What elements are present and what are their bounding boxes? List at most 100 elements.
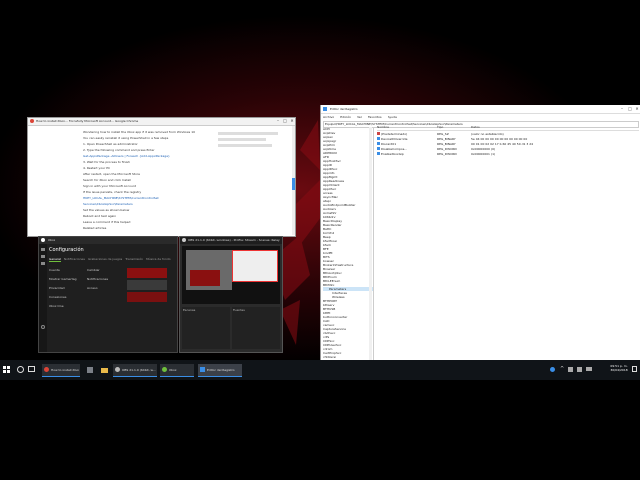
cell-data: 5e 04 00 00 00 00 00 00 00 00 00 00 (471, 136, 528, 141)
task-view-icon[interactable] (28, 366, 35, 372)
taskbar-item-xbox[interactable]: Xbox (160, 364, 194, 377)
gear-icon[interactable] (41, 325, 45, 329)
registry-value-icon (377, 142, 380, 145)
tab-3[interactable]: Transmisión (125, 257, 143, 262)
article-line: Set the values as shown below (83, 208, 130, 212)
column-header[interactable]: Nombre (377, 125, 437, 130)
regedit-values: Nombre Tipo Datos (Predeterminado) REG_SZ (v… (377, 125, 639, 156)
network-icon[interactable] (568, 367, 573, 372)
chrome-scroll-thumb[interactable] (292, 178, 295, 190)
settings-option[interactable]: Acceso (87, 286, 117, 290)
article-line: After restart, open the Microsoft Store (83, 172, 140, 176)
xbox-nav-rail (39, 244, 47, 352)
settings-option[interactable]: Notificaciones (87, 277, 117, 281)
menu-item[interactable]: Archivo (323, 115, 334, 119)
sources-label: Fuentes (233, 308, 245, 312)
settings-mid-column: Cambiar Notificaciones Acceso (87, 268, 117, 313)
obs-titlebar: OBS 21.1.0 (64bit, windows) - Profile: S… (180, 237, 282, 244)
close-icon[interactable]: ✕ (289, 118, 295, 124)
tray: ^ (548, 364, 608, 376)
regedit-title: Editor del Registro (330, 107, 358, 111)
clubs-icon[interactable] (41, 262, 45, 265)
taskbar: How to install Xbox... OBS 21.1.0 (64bit… (0, 360, 640, 380)
menu-item[interactable]: Favoritos (368, 115, 382, 119)
obs-scenes-panel: Escenas (182, 307, 230, 349)
taskbar-item-files[interactable] (98, 364, 110, 376)
tab-4[interactable]: Música de fondo (146, 257, 171, 262)
xbox-game-art (127, 268, 167, 313)
settings-option[interactable]: Xbox One (49, 304, 77, 308)
cell-type: REG_BINARY (437, 136, 456, 141)
article-line: 3. Wait for the process to finish (83, 160, 130, 164)
regedit-icon (323, 107, 327, 111)
search-icon[interactable] (17, 366, 24, 373)
minimize-icon[interactable]: – (619, 106, 625, 112)
menu-item[interactable]: Ayuda (388, 115, 397, 119)
obs-icon (115, 367, 120, 372)
cell-name: Discard01 (381, 141, 397, 146)
regedit-tree: ACPI AcpiDev acpiex acpipagr AcpiPmi acpitime… (321, 127, 374, 362)
tray-app-icon[interactable] (550, 367, 555, 372)
taskbar-obs-label: OBS 21.1.0 (64bit, w... (122, 368, 156, 372)
menu-item[interactable]: Ver (357, 115, 362, 119)
settings-option[interactable]: Privacidad (49, 286, 77, 290)
keyboard-icon[interactable] (586, 367, 592, 371)
column-header[interactable]: Datos (471, 125, 631, 130)
regedit-tree-scrollbar[interactable] (369, 127, 372, 362)
settings-tabs: General Notificaciones Grabaciones de jueg… (49, 257, 175, 262)
start-button[interactable] (3, 366, 10, 373)
table-row[interactable]: Discard01 REG_BINARY 00 01 00 02 02 17 b 6… (377, 141, 639, 146)
community-icon[interactable] (41, 255, 45, 258)
taskbar-item-app[interactable] (84, 364, 96, 376)
cell-name: DeviceIDOverride (381, 136, 408, 141)
tab-2[interactable]: Grabaciones de juegos (88, 257, 122, 262)
cell-name: (Predeterminado) (381, 131, 408, 136)
chevron-up-icon[interactable]: ^ (560, 366, 564, 372)
maximize-icon[interactable]: □ (282, 118, 288, 124)
cell-data: 00 01 00 02 02 17 b 60 45 40 50 d1 3 d4 (471, 141, 534, 146)
settings-option[interactable]: Mostrar Gamertag (49, 277, 77, 281)
maximize-icon[interactable]: □ (627, 106, 633, 112)
article-line: HKEY_LOCAL_MACHINE\SYSTEM\CurrentControl… (83, 196, 159, 200)
home-icon[interactable] (41, 248, 45, 251)
cell-data: (valor no establecido) (471, 131, 504, 136)
table-row[interactable]: EnableXboxGip REG_DWORD 0x00000001 (1) (377, 151, 639, 156)
regedit-window: Editor del Registro – □ ✕ Archivo Edición… (320, 105, 640, 362)
clock[interactable]: 09:51 p. m. 30/04/2018 (608, 364, 630, 372)
xbox-window: Xbox Configuración General Notificaciones… (38, 236, 178, 353)
xbox-title: Xbox (48, 238, 56, 242)
menu-item[interactable]: Edición (340, 115, 351, 119)
xbox-titlebar: Xbox (39, 237, 177, 244)
preview-capture (232, 250, 278, 282)
close-icon[interactable]: ✕ (634, 106, 640, 112)
settings-option[interactable]: Cambiar (87, 268, 117, 272)
tab-1[interactable]: Notificaciones (64, 257, 85, 262)
settings-left-column: Cuenta Mostrar Gamertag Privacidad Conexion… (49, 268, 77, 313)
folder-icon (101, 368, 108, 373)
tab-0[interactable]: General (49, 257, 61, 262)
letterbox-bottom (0, 380, 640, 480)
settings-option[interactable]: Conexiones (49, 295, 77, 299)
article-line: Related articles (83, 226, 107, 230)
settings-option[interactable]: Cuenta (49, 268, 77, 272)
xbox-content: Configuración General Notificaciones Graba… (49, 247, 175, 313)
table-row[interactable]: (Predeterminado) REG_SZ (valor no establec… (377, 131, 639, 136)
regedit-icon (200, 367, 205, 372)
column-header[interactable]: Tipo (437, 125, 471, 130)
cell-data: 0x00000000 (0) (471, 146, 496, 151)
taskbar-item-obs[interactable]: OBS 21.1.0 (64bit, w... (113, 364, 157, 377)
cell-type: REG_DWORD (437, 146, 457, 151)
minimize-icon[interactable]: – (275, 118, 281, 124)
notification-icon[interactable] (632, 366, 637, 372)
volume-icon[interactable] (577, 367, 582, 372)
chrome-titlebar: How to install Xbox… Forcefully Microsof… (28, 118, 295, 126)
article-body: Wondering how to install the Xbox app if… (83, 130, 203, 232)
cell-name: EnableXboxGip (381, 151, 404, 156)
cell-name: DisableCompos... (381, 146, 408, 151)
table-row[interactable]: DisableCompos... REG_DWORD 0x00000000 (0) (377, 146, 639, 151)
table-row[interactable]: DeviceIDOverride REG_BINARY 5e 04 00 00 00… (377, 136, 639, 141)
article-line: You can easily reinstall it using PowerS… (83, 136, 169, 140)
article-line: 2. Type the following command and press … (83, 148, 155, 152)
taskbar-item-regedit[interactable]: Editor del Registro (198, 364, 242, 377)
taskbar-item-chrome[interactable]: How to install Xbox... (42, 364, 80, 377)
